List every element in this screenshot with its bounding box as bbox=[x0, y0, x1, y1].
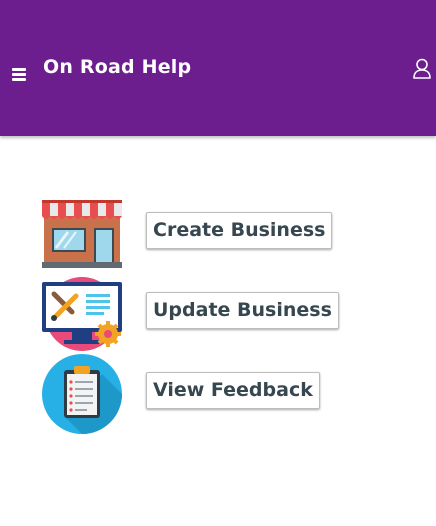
view-feedback-button[interactable]: View Feedback bbox=[146, 372, 320, 409]
storefront-icon bbox=[42, 200, 122, 280]
app-screen: On Road Help Create Business Update Busi… bbox=[0, 0, 436, 526]
app-header: On Road Help bbox=[0, 0, 436, 136]
main-content: Create Business Update Business View Fee… bbox=[0, 136, 436, 526]
create-business-button[interactable]: Create Business bbox=[146, 212, 333, 249]
user-icon[interactable] bbox=[412, 58, 432, 80]
app-title: On Road Help bbox=[43, 56, 192, 78]
update-business-button[interactable]: Update Business bbox=[146, 292, 339, 329]
hamburger-menu-icon[interactable] bbox=[12, 68, 28, 82]
clipboard-icon bbox=[42, 354, 122, 434]
computer-settings-icon bbox=[42, 276, 122, 356]
